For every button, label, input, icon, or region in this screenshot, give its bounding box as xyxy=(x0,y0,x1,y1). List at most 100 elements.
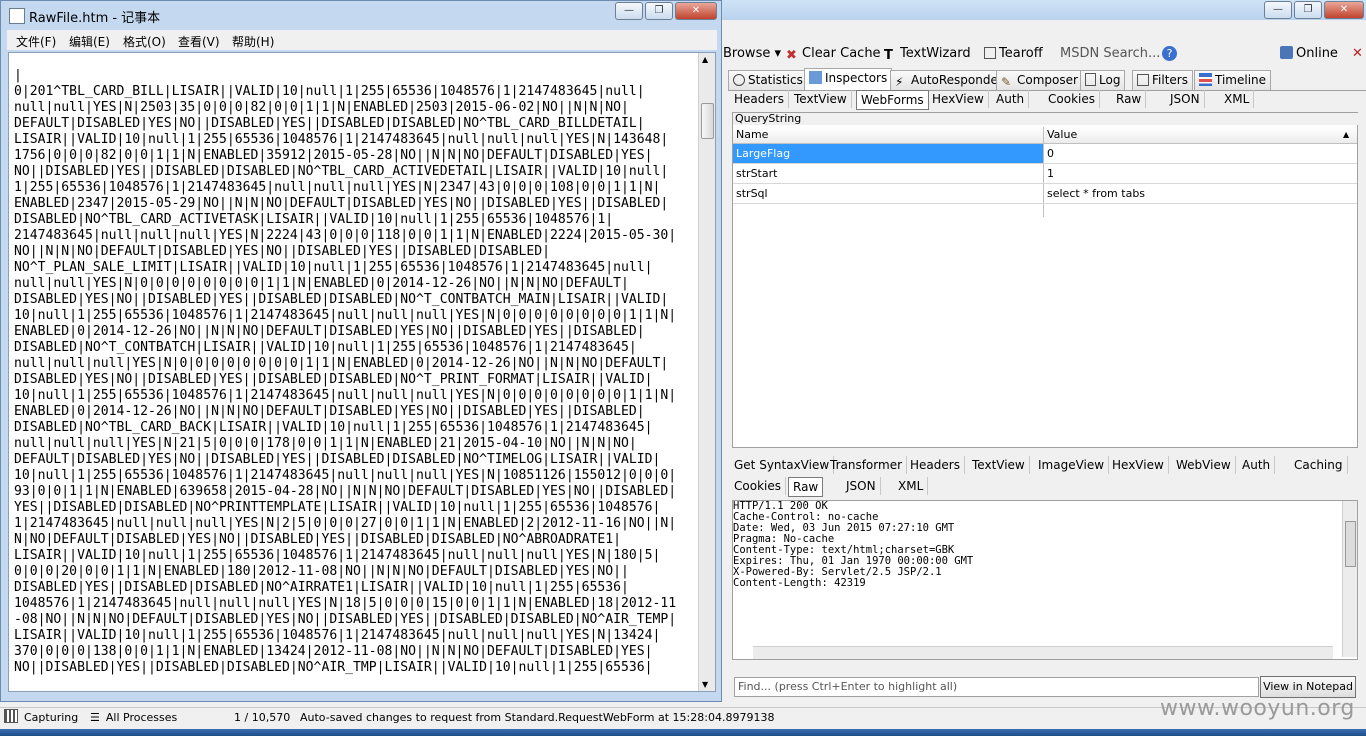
req-tab-textview[interactable]: TextView xyxy=(790,90,852,108)
resp-tab-raw[interactable]: Raw xyxy=(788,477,824,497)
notepad-window: RawFile.htm - 记事本 — ❐ ✕ 文件(F) 编辑(E) 格式(O… xyxy=(0,0,722,702)
network-icon xyxy=(1280,46,1293,59)
text-line: 93|0|0|1|1|N|ENABLED|639658|2015-04-28|N… xyxy=(14,484,677,499)
msdn-search-input[interactable]: MSDN Search... xyxy=(1060,46,1160,61)
param-value[interactable]: select * from tabs xyxy=(1047,184,1145,203)
minimize-button[interactable]: — xyxy=(1264,1,1292,19)
menu-format[interactable]: 格式(O) xyxy=(123,33,166,50)
notepad-text-area[interactable]: | 0|201^TBL_CARD_BILL|LISAIR||VALID|10|nu… xyxy=(8,52,716,692)
resp-tab-imageview[interactable]: ImageView xyxy=(1034,456,1110,474)
req-tab-webforms[interactable]: WebForms xyxy=(856,90,929,110)
resp-tab-caching[interactable]: Caching xyxy=(1290,456,1348,474)
view-in-notepad-button[interactable]: View in Notepad xyxy=(1260,676,1356,698)
tearoff-icon xyxy=(984,47,996,59)
text-line: DISABLED|YES||DISABLED|DISABLED|NO^AIRRA… xyxy=(14,580,629,595)
sort-arrow-icon: ▲ xyxy=(1343,130,1350,139)
resp-tab-cookies[interactable]: Cookies xyxy=(730,477,786,495)
notepad-scrollbar[interactable]: ▲ ▼ xyxy=(698,53,715,691)
maximize-button[interactable]: ❐ xyxy=(1294,1,1322,19)
table-row[interactable]: LargeFlag 0 xyxy=(733,144,1357,164)
text-line: null|null|YES|N|2503|35|0|0|0|82|0|0|1|1… xyxy=(14,100,629,115)
req-tab-headers[interactable]: Headers xyxy=(730,90,789,108)
text-line: LISAIR||VALID|10|null|1|255|65536|104857… xyxy=(14,628,661,643)
text-line: DEFAULT|DISABLED|YES|NO||DISABLED|YES||D… xyxy=(14,452,661,467)
text-line: 0|0|0|20|0|0|1|1|N|ENABLED|180|2012-11-0… xyxy=(14,564,629,579)
param-name[interactable]: LargeFlag xyxy=(736,144,790,163)
response-scrollbar[interactable] xyxy=(1342,501,1357,657)
req-tab-cookies[interactable]: Cookies xyxy=(1044,90,1100,108)
resp-tab-webview[interactable]: WebView xyxy=(1172,456,1236,474)
text-line: 10|null|1|255|65536|1048576|1|2147483645… xyxy=(14,468,677,483)
menu-help[interactable]: 帮助(H) xyxy=(232,33,274,50)
tab-filters[interactable]: Filters xyxy=(1132,70,1193,90)
tab-inspectors[interactable]: Inspectors xyxy=(804,68,893,90)
req-tab-xml[interactable]: XML xyxy=(1220,90,1255,108)
table-row[interactable]: strSql select * from tabs xyxy=(733,184,1357,204)
resp-tab-auth[interactable]: Auth xyxy=(1238,456,1276,474)
resp-tab-json[interactable]: JSON xyxy=(842,477,881,495)
tab-statistics[interactable]: Statistics xyxy=(728,70,808,90)
text-line: 2147483645|null|null|null|YES|N|2224|43|… xyxy=(14,228,677,243)
notepad-maximize-button[interactable]: ❐ xyxy=(645,2,673,20)
resp-tab-headers[interactable]: Headers xyxy=(906,456,965,474)
param-name[interactable]: strSql xyxy=(736,184,768,203)
find-input[interactable]: Find... (press Ctrl+Enter to highlight a… xyxy=(734,677,1259,697)
text-line: DEFAULT|DISABLED|YES|NO||DISABLED|YES||D… xyxy=(14,116,645,131)
notepad-minimize-button[interactable]: — xyxy=(615,2,643,20)
close-button[interactable]: ✕ xyxy=(1324,1,1364,19)
text-line: 10|null|1|255|65536|1048576|1|2147483645… xyxy=(14,308,677,323)
textwizard-icon: T xyxy=(884,48,893,63)
scrollbar-thumb[interactable] xyxy=(1345,521,1356,567)
req-tab-auth[interactable]: Auth xyxy=(992,90,1030,108)
clear-cache-button[interactable]: ✖ Clear Cache xyxy=(786,46,881,63)
tearoff-button[interactable]: Tearoff xyxy=(984,46,1043,61)
tab-autoresponder[interactable]: ⚡ AutoResponder xyxy=(890,70,1008,90)
textwizard-button[interactable]: T TextWizard xyxy=(884,46,971,63)
close-panel-icon[interactable]: ✕ xyxy=(1352,46,1363,61)
resp-tab-textview[interactable]: TextView xyxy=(968,456,1030,474)
param-name[interactable]: strStart xyxy=(736,164,777,183)
resp-tab-hexview[interactable]: HexView xyxy=(1108,456,1169,474)
text-line: null|null|null|YES|N|21|5|0|0|0|178|0|0|… xyxy=(14,436,637,451)
text-line: 1|2147483645|null|null|null|YES|N|2|5|0|… xyxy=(14,516,677,531)
text-line: DISABLED|NO^TBL_CARD_ACTIVETASK|LISAIR||… xyxy=(14,212,614,227)
text-line: 1|255|65536|1048576|1|2147483645|null|nu… xyxy=(14,180,661,195)
tab-timeline[interactable]: Timeline xyxy=(1194,70,1272,90)
online-indicator: Online xyxy=(1280,46,1338,61)
text-line: NO||DISABLED|YES||DISABLED|DISABLED|NO^A… xyxy=(14,660,653,675)
param-value[interactable]: 0 xyxy=(1047,144,1054,163)
help-icon[interactable]: ? xyxy=(1162,46,1177,61)
text-line: DISABLED|YES|NO||DISABLED|YES||DISABLED|… xyxy=(14,292,669,307)
scroll-down-icon[interactable]: ▼ xyxy=(702,680,708,689)
req-tab-raw[interactable]: Raw xyxy=(1112,90,1147,108)
browse-button[interactable]: Browse ▾ xyxy=(723,46,781,61)
tab-composer[interactable]: ✎ Composer xyxy=(996,70,1083,90)
text-line: ENABLED|0|2014-12-26|NO||N|N|NO|DEFAULT|… xyxy=(14,324,645,339)
req-tab-json[interactable]: JSON xyxy=(1166,90,1205,108)
scroll-up-icon[interactable]: ▲ xyxy=(702,55,708,64)
notepad-close-button[interactable]: ✕ xyxy=(675,2,717,20)
response-hscrollbar[interactable] xyxy=(753,646,1333,659)
req-tab-hexview[interactable]: HexView xyxy=(928,90,989,108)
scrollbar-thumb[interactable] xyxy=(701,103,714,139)
resp-tab-xml[interactable]: XML xyxy=(894,477,929,495)
menu-file[interactable]: 文件(F) xyxy=(16,33,56,50)
text-line: ENABLED|2347|2015-05-29|NO||N|N|NO|DEFAU… xyxy=(14,196,669,211)
process-filter[interactable]: ☰ All Processes xyxy=(90,708,177,728)
column-header-name[interactable]: Name xyxy=(736,128,768,141)
capturing-toggle[interactable]: Capturing xyxy=(4,708,78,728)
param-value[interactable]: 1 xyxy=(1047,164,1054,183)
column-header-value[interactable]: Value xyxy=(1047,128,1077,141)
notepad-content: | 0|201^TBL_CARD_BILL|LISAIR||VALID|10|nu… xyxy=(14,68,704,676)
text-line: 1756|0|0|0|82|0|0|1|1|N|ENABLED|35912|20… xyxy=(14,148,653,163)
tab-log[interactable]: Log xyxy=(1080,70,1126,90)
text-line: DISABLED|NO^TBL_CARD_BACK|LISAIR||VALID|… xyxy=(14,420,653,435)
table-row[interactable]: strStart 1 xyxy=(733,164,1357,184)
fiddler-toolbar: Browse ▾ ✖ Clear Cache T TextWizard Tearof… xyxy=(722,42,1366,66)
resp-tab-transformer[interactable]: Transformer xyxy=(826,456,908,474)
response-raw-text[interactable]: HTTP/1.1 200 OK Cache-Control: no-cache Da… xyxy=(732,500,1358,660)
menu-view[interactable]: 查看(V) xyxy=(178,33,220,50)
resp-tab-syntaxview[interactable]: Get SyntaxView xyxy=(730,456,835,474)
notepad-menubar: 文件(F) 编辑(E) 格式(O) 查看(V) 帮助(H) xyxy=(7,30,717,50)
menu-edit[interactable]: 编辑(E) xyxy=(69,33,110,50)
